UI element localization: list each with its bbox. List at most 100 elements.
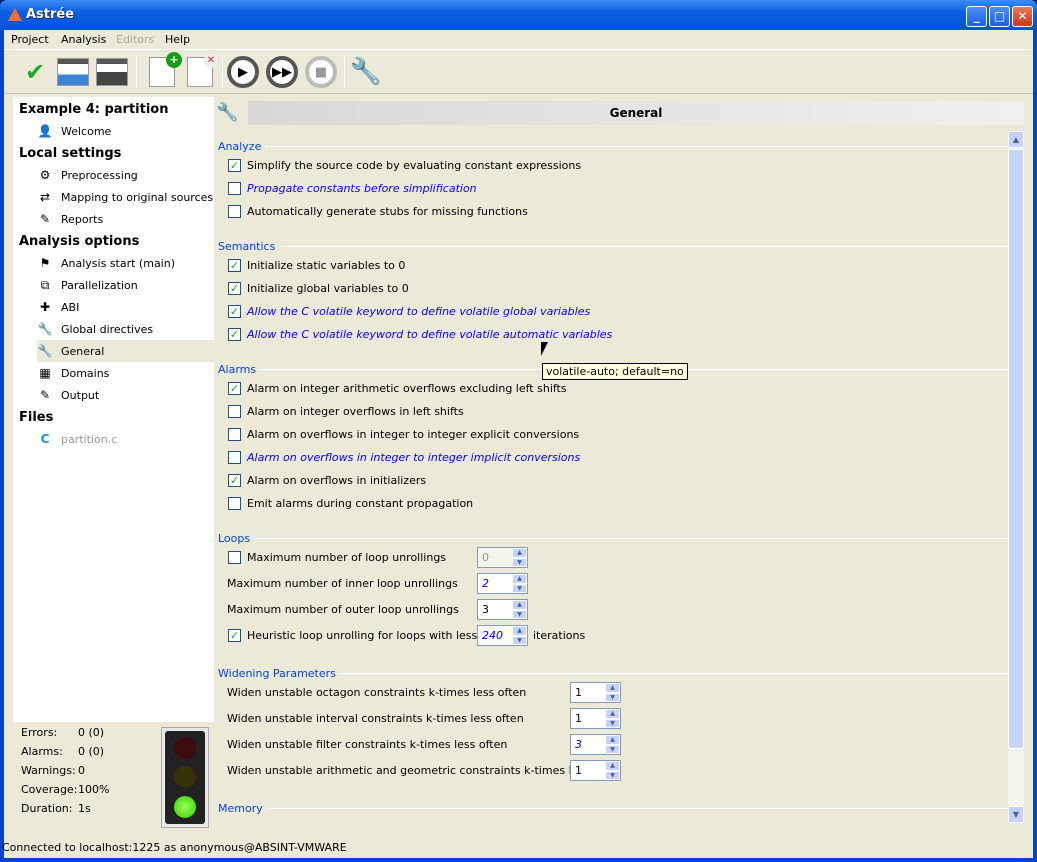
tree-item-preprocessing[interactable]: ⚙ Preprocessing [37, 164, 214, 186]
checkbox-unchecked[interactable] [228, 551, 241, 564]
traffic-light [161, 727, 209, 828]
tree-item-global-directives[interactable]: 🔧 Global directives [37, 318, 214, 340]
checkbox-checked[interactable]: ✓ [228, 282, 241, 295]
open-project-button[interactable] [56, 55, 90, 89]
spin-down-icon[interactable]: ▼ [512, 609, 527, 619]
tree-item-welcome[interactable]: 👤 Welcome [37, 120, 214, 142]
tree-item-mapping-to-original-sources[interactable]: ⇄ Mapping to original sources [37, 186, 214, 208]
number-spinbox[interactable]: 3 ▲ ▼ [570, 734, 621, 755]
checkbox-checked[interactable]: ✓ [228, 474, 241, 487]
checkbox-checked[interactable]: ✓ [228, 629, 241, 642]
checkbox-checked[interactable]: ✓ [228, 328, 241, 341]
number-spinbox[interactable]: 1 ▲ ▼ [570, 682, 621, 703]
remove-file-button[interactable]: ✕ [183, 54, 218, 89]
maximize-button[interactable]: □ [989, 6, 1010, 27]
section-divider [266, 808, 1008, 809]
scroll-thumb[interactable] [1008, 149, 1024, 749]
spin-down-icon[interactable]: ▼ [605, 692, 620, 702]
open-project-icon [57, 58, 89, 86]
spin-down-icon[interactable]: ▼ [512, 583, 527, 593]
spin-arrows: ▲ ▼ [512, 600, 527, 619]
vertical-scrollbar[interactable]: ▲ ▼ [1008, 131, 1024, 823]
domains-icon: ▦ [39, 366, 51, 380]
checkbox-checked[interactable]: ✓ [228, 305, 241, 318]
spin-up-icon[interactable]: ▲ [605, 761, 620, 771]
setting-label: Emit alarms during constant propagation [247, 497, 474, 510]
spin-down-icon[interactable]: ▼ [512, 635, 527, 645]
close-button[interactable]: ✕ [1012, 6, 1033, 27]
checkbox-checked[interactable]: ✓ [228, 382, 241, 395]
setting-label: Propagate constants before simplificatio… [247, 182, 477, 195]
number-spinbox[interactable]: 240 ▲ ▼ [477, 625, 528, 646]
spin-arrows: ▲ ▼ [512, 626, 527, 645]
number-spinbox[interactable]: 1 ▲ ▼ [570, 708, 621, 729]
number-spinbox[interactable]: 1 ▲ ▼ [570, 760, 621, 781]
checkbox-checked[interactable]: ✓ [228, 159, 241, 172]
spin-down-icon[interactable]: ▼ [605, 718, 620, 728]
stat-label: Warnings: [21, 764, 76, 777]
connect-button[interactable]: ✔ [18, 55, 52, 89]
play-icon: ▶ [227, 56, 259, 88]
tree-item-abi[interactable]: ✚ ABI [37, 296, 214, 318]
checkbox-unchecked[interactable] [228, 428, 241, 441]
checkbox-checked[interactable]: ✓ [228, 259, 241, 272]
setting-row: Widen unstable filter constraints k-time… [227, 738, 507, 751]
minimize-button[interactable]: _ [966, 6, 987, 27]
spin-up-icon[interactable]: ▲ [605, 735, 620, 745]
section-analyze: Analyze [218, 140, 1008, 153]
stat-label: Errors: [21, 726, 58, 739]
spin-up-icon[interactable]: ▲ [605, 709, 620, 719]
tree-item-output[interactable]: ✎ Output [37, 384, 214, 406]
tree-item-label: Preprocessing [61, 168, 138, 182]
wrench-icon: 🔧 [349, 57, 383, 87]
number-spinbox[interactable]: 3 ▲ ▼ [477, 599, 528, 620]
panel-title: General [248, 101, 1024, 125]
resume-analysis-button[interactable]: ▶▶ [265, 55, 299, 89]
checkbox-unchecked[interactable] [228, 497, 241, 510]
spin-up-icon[interactable]: ▲ [605, 683, 620, 693]
spin-down-icon[interactable]: ▼ [512, 557, 527, 567]
spin-arrows: ▲ ▼ [512, 548, 527, 567]
spin-down-icon[interactable]: ▼ [605, 744, 620, 754]
menu-bar: Project Analysis Editors Help [4, 26, 1033, 48]
setting-row: ✓ Allow the C volatile keyword to define … [228, 328, 612, 341]
menu-analysis[interactable]: Analysis [61, 33, 106, 46]
scroll-down-button[interactable]: ▼ [1008, 806, 1024, 823]
save-project-button[interactable] [95, 55, 129, 89]
spinbox-value: 2 [482, 577, 489, 590]
checkbox-unchecked[interactable] [228, 205, 241, 218]
tree-item-partition-c[interactable]: Cpartition.c [37, 428, 214, 450]
checkbox-unchecked[interactable] [228, 182, 241, 195]
tree-item-label: Reports [61, 212, 104, 226]
red-lamp [174, 737, 196, 759]
tree-item-analysis-start-main-[interactable]: ⚑ Analysis start (main) [37, 252, 214, 274]
spin-up-icon[interactable]: ▲ [512, 600, 527, 610]
spin-up-icon[interactable]: ▲ [512, 574, 527, 584]
number-spinbox[interactable]: 2 ▲ ▼ [477, 573, 528, 594]
tree-item-domains[interactable]: ▦ Domains [37, 362, 214, 384]
tree-item-parallelization[interactable]: ⧉ Parallelization [37, 274, 214, 296]
menu-help[interactable]: Help [165, 33, 190, 46]
tree-item-reports[interactable]: ✎ Reports [37, 208, 214, 230]
flag-icon: ⚑ [39, 256, 51, 270]
menu-project[interactable]: Project [11, 33, 49, 46]
setting-label: Alarm on overflows in initializers [247, 474, 427, 487]
section-divider [279, 246, 1008, 247]
checkbox-unchecked[interactable] [228, 405, 241, 418]
number-spinbox: 0 ▲ ▼ [477, 547, 528, 568]
checkbox-unchecked[interactable] [228, 451, 241, 464]
start-analysis-button[interactable]: ▶ [226, 55, 260, 89]
section-loops: Loops [218, 532, 1008, 545]
toolbar: ✔ + ✕ ▶ ▶▶ ■ 🔧 [4, 49, 1033, 94]
stat-value: 0 (0) [78, 745, 105, 758]
add-file-button[interactable]: + [145, 52, 182, 89]
spin-down-icon[interactable]: ▼ [605, 770, 620, 780]
tree-item-general[interactable]: 🔧 General [37, 340, 214, 362]
spin-up-icon[interactable]: ▲ [512, 626, 527, 636]
tree-item-label: Welcome [61, 124, 112, 138]
setting-row: Alarm on integer overflows in left shift… [228, 405, 464, 418]
scroll-up-button[interactable]: ▲ [1008, 131, 1024, 148]
settings-button[interactable]: 🔧 [349, 55, 383, 89]
spin-up-icon[interactable]: ▲ [512, 548, 527, 558]
stop-analysis-button: ■ [304, 55, 338, 89]
